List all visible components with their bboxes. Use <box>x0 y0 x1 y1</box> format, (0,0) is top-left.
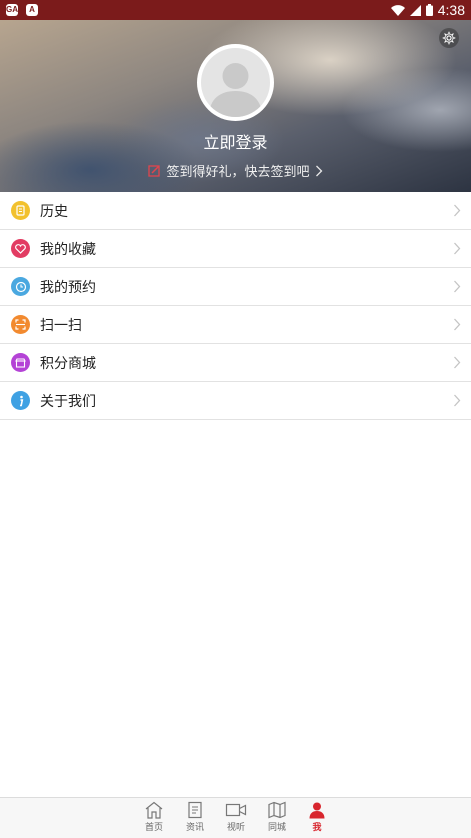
avatar[interactable] <box>197 44 274 121</box>
battery-icon <box>425 4 433 16</box>
checkin-text: 签到得好礼，快去签到吧 <box>166 165 310 180</box>
checkin-link[interactable]: 签到得好礼，快去签到吧 <box>0 161 471 180</box>
user-silhouette-icon <box>209 63 262 117</box>
signal-icon <box>409 4 421 16</box>
home-icon <box>145 801 163 819</box>
menu-item-scan[interactable]: 扫一扫 <box>0 306 471 344</box>
menu-item-label: 我的预约 <box>40 279 96 296</box>
chevron-right-icon <box>315 165 322 176</box>
settings-button[interactable] <box>439 28 459 48</box>
nav-label: 视听 <box>226 823 245 833</box>
nav-news[interactable]: 资讯 <box>181 801 209 833</box>
menu-item-points-store[interactable]: 积分商城 <box>0 344 471 382</box>
video-icon <box>225 803 247 817</box>
user-icon <box>309 802 325 819</box>
nav-local[interactable]: 同城 <box>263 801 291 833</box>
status-left-icons: GA A <box>6 4 38 16</box>
map-icon <box>268 801 286 819</box>
menu-item-label: 积分商城 <box>40 355 96 372</box>
status-bar: GA A 4:38 <box>0 0 471 20</box>
profile-header: 立即登录 签到得好礼，快去签到吧 <box>0 20 471 192</box>
nav-me[interactable]: 我 <box>303 801 331 833</box>
app-notification-icon: GA <box>6 4 18 16</box>
menu-item-label: 我的收藏 <box>40 241 96 258</box>
store-icon <box>11 353 30 372</box>
nav-label: 资讯 <box>185 823 204 833</box>
menu-item-about[interactable]: 关于我们 <box>0 382 471 420</box>
chevron-right-icon <box>454 204 461 217</box>
info-icon <box>11 391 30 410</box>
menu-item-reservations[interactable]: 我的预约 <box>0 268 471 306</box>
heart-icon <box>11 239 30 258</box>
menu-item-favorites[interactable]: 我的收藏 <box>0 230 471 268</box>
clock-icon <box>11 277 30 296</box>
menu-item-label: 关于我们 <box>40 393 96 410</box>
status-right-icons: 4:38 <box>390 2 465 18</box>
chevron-right-icon <box>454 356 461 369</box>
menu-item-label: 历史 <box>40 203 68 220</box>
nav-label: 我 <box>312 823 322 833</box>
gear-icon <box>442 31 456 45</box>
history-icon <box>11 201 30 220</box>
nav-video[interactable]: 视听 <box>222 801 250 833</box>
menu-list: 历史 我的收藏 我的预约 扫一扫 积分商城 关于我们 <box>0 192 471 420</box>
menu-item-history[interactable]: 历史 <box>0 192 471 230</box>
status-time: 4:38 <box>437 2 465 18</box>
nav-label: 同城 <box>267 823 286 833</box>
chevron-right-icon <box>454 318 461 331</box>
news-icon <box>188 801 202 819</box>
nav-home[interactable]: 首页 <box>140 801 168 833</box>
menu-item-label: 扫一扫 <box>40 317 82 334</box>
chevron-right-icon <box>454 394 461 407</box>
nav-label: 首页 <box>144 823 163 833</box>
wifi-icon <box>390 4 405 16</box>
edit-icon <box>148 165 161 177</box>
chevron-right-icon <box>454 280 461 293</box>
scan-icon <box>11 315 30 334</box>
bottom-nav: 首页 资讯 视听 同城 我 <box>0 797 471 838</box>
chevron-right-icon <box>454 242 461 255</box>
a-notification-icon: A <box>26 4 38 16</box>
avatar-placeholder <box>201 48 270 117</box>
login-link[interactable]: 立即登录 <box>0 129 471 153</box>
